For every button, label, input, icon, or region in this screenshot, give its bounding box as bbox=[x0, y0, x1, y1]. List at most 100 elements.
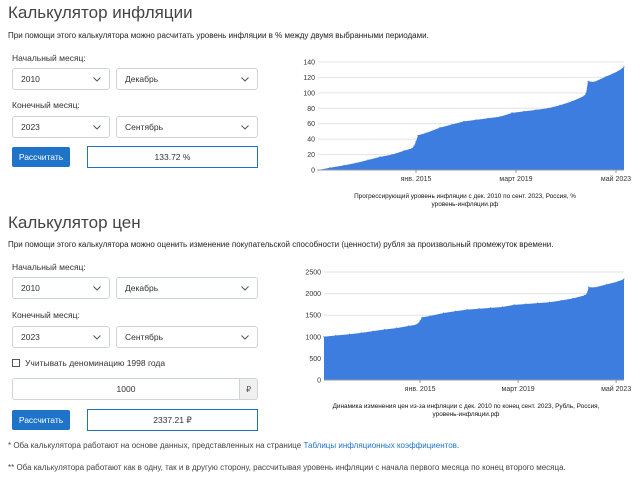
data-point bbox=[617, 70, 619, 72]
data-point bbox=[513, 304, 515, 306]
data-point bbox=[360, 332, 362, 334]
prices-calculate-button[interactable]: Рассчитать bbox=[12, 410, 70, 430]
x-tick-label: май 2023 bbox=[601, 175, 631, 183]
denomination-label: Учитывать деноминацию 1998 года bbox=[25, 358, 166, 368]
data-point bbox=[571, 100, 573, 102]
data-point bbox=[605, 76, 607, 78]
chevron-down-icon bbox=[241, 332, 249, 342]
amount-input[interactable]: 1000 bbox=[12, 378, 240, 400]
x-tick-label: май 2023 bbox=[601, 385, 631, 393]
data-point bbox=[348, 333, 351, 335]
data-point bbox=[407, 325, 409, 327]
data-point bbox=[605, 283, 607, 286]
data-point bbox=[463, 120, 465, 122]
prices-chart: 0 500 1000 1500 2000 2500 янв. 2015 март 2019 ма… bbox=[305, 270, 631, 394]
data-point bbox=[548, 301, 551, 303]
prices-start-month-select[interactable]: Декабрь bbox=[116, 277, 258, 299]
caption-line-2: уровень-инфляции.рф bbox=[432, 410, 500, 418]
inflation-calculate-button[interactable]: Рассчитать bbox=[12, 147, 70, 167]
data-point bbox=[617, 280, 619, 283]
prices-chart-caption: Динамика изменения цен из-за инфляции с … bbox=[306, 403, 626, 418]
x-tick-label: март 2019 bbox=[499, 176, 532, 183]
data-point bbox=[593, 81, 595, 83]
denomination-option[interactable]: Учитывать деноминацию 1998 года bbox=[12, 358, 165, 368]
data-point bbox=[415, 140, 417, 143]
y-tick-label: 140 bbox=[303, 60, 315, 67]
y-tick-label: 60 bbox=[307, 121, 315, 128]
chevron-down-icon bbox=[241, 122, 249, 132]
y-tick-label: 1500 bbox=[305, 313, 321, 320]
data-point bbox=[525, 303, 527, 305]
data-point bbox=[583, 95, 585, 97]
y-tick-label: 0 bbox=[317, 378, 321, 385]
prices-end-year-select[interactable]: 2023 bbox=[12, 326, 110, 348]
denomination-checkbox[interactable] bbox=[12, 359, 20, 367]
chevron-down-icon bbox=[241, 283, 249, 293]
prices-title: Калькулятор цен bbox=[8, 213, 141, 232]
inflation-start-month-select[interactable]: Декабрь bbox=[116, 68, 258, 90]
inflation-result-field[interactable]: 133.72 % bbox=[87, 146, 258, 168]
data-point bbox=[419, 320, 421, 322]
prices-end-month-select[interactable]: Сентябрь bbox=[116, 326, 258, 348]
data-point bbox=[443, 312, 445, 314]
data-point bbox=[585, 93, 587, 95]
selected-value: Декабрь bbox=[125, 74, 159, 84]
data-point bbox=[499, 116, 501, 118]
chevron-down-icon bbox=[93, 332, 101, 342]
y-tick-label: 20 bbox=[307, 152, 315, 159]
data-point bbox=[454, 310, 456, 312]
currency-addon: ₽ bbox=[240, 378, 258, 400]
prices-end-label: Конечный месяц: bbox=[12, 310, 80, 320]
data-point bbox=[466, 308, 468, 311]
data-point bbox=[572, 297, 574, 299]
y-tick-label: 100 bbox=[303, 90, 315, 97]
data-point bbox=[421, 316, 423, 318]
data-point bbox=[586, 293, 588, 295]
selected-value: 2010 bbox=[21, 283, 40, 293]
data-point bbox=[439, 126, 441, 129]
inflation-end-month-select[interactable]: Сентябрь bbox=[116, 116, 258, 138]
data-point bbox=[403, 150, 405, 152]
data-point bbox=[523, 110, 525, 112]
footnote-1: * Оба калькулятора работают на основе да… bbox=[8, 441, 459, 450]
y-tick-label: 0 bbox=[311, 168, 315, 175]
data-point bbox=[490, 307, 492, 309]
footnote-1-end: . bbox=[456, 441, 460, 450]
prices-result-field[interactable]: 2337.21 ₽ bbox=[87, 409, 258, 431]
y-tick-label: 2500 bbox=[305, 270, 321, 277]
data-point bbox=[593, 286, 596, 289]
data-point bbox=[511, 112, 513, 114]
y-tick-label: 120 bbox=[303, 75, 315, 82]
data-point bbox=[384, 328, 386, 331]
inflation-chart: 0 20 40 60 80 100 120 140 янв. 2015 март 2019 май … bbox=[303, 60, 631, 184]
data-point bbox=[335, 334, 337, 337]
selected-value: 2023 bbox=[21, 122, 40, 132]
x-tick-label: март 2019 bbox=[502, 386, 535, 393]
data-point bbox=[417, 134, 419, 136]
data-point bbox=[379, 156, 381, 158]
data-point bbox=[584, 294, 586, 296]
chevron-down-icon bbox=[93, 74, 101, 84]
data-point bbox=[429, 315, 431, 317]
prices-start-year-select[interactable]: 2010 bbox=[12, 277, 110, 299]
data-point bbox=[537, 302, 539, 304]
data-point bbox=[588, 286, 590, 288]
data-point bbox=[395, 327, 398, 329]
inflation-end-year-select[interactable]: 2023 bbox=[12, 116, 110, 138]
chevron-down-icon bbox=[241, 74, 249, 84]
y-tick-label: 1000 bbox=[305, 334, 321, 341]
data-point bbox=[623, 278, 625, 280]
coefficients-table-link[interactable]: Таблицы инфляционных коэффициентов bbox=[303, 441, 456, 450]
data-point bbox=[343, 164, 345, 166]
data-point bbox=[587, 80, 589, 82]
data-point bbox=[391, 153, 393, 156]
prices-start-label: Начальный месяц: bbox=[12, 262, 86, 272]
y-tick-label: 500 bbox=[309, 356, 321, 363]
y-tick-label: 80 bbox=[307, 106, 315, 113]
y-tick-label: 40 bbox=[307, 137, 315, 144]
data-point bbox=[355, 162, 357, 164]
data-point bbox=[451, 123, 453, 126]
data-point bbox=[411, 147, 413, 149]
inflation-start-label: Начальный месяц: bbox=[12, 53, 86, 63]
inflation-start-year-select[interactable]: 2010 bbox=[12, 68, 110, 90]
